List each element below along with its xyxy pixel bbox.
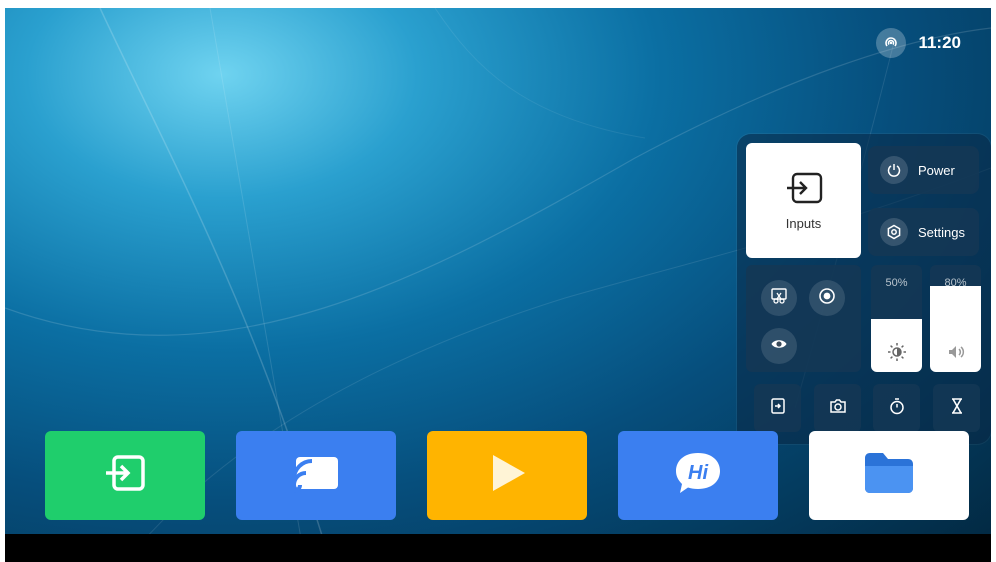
screen-record-button[interactable] (809, 280, 845, 316)
hi-bubble-icon: Hi (672, 449, 724, 502)
cast-icon (290, 453, 342, 498)
hotspot-icon[interactable] (876, 28, 907, 58)
volume-value: 80% (944, 277, 967, 289)
gear-icon (880, 218, 908, 246)
camera-icon (829, 397, 847, 420)
brightness-icon (871, 342, 922, 362)
inputs-label: Inputs (785, 215, 822, 231)
dock-screen-cast[interactable] (236, 431, 396, 520)
clock: 11:20 (918, 33, 961, 52)
eye-icon (770, 335, 788, 358)
record-icon (818, 287, 836, 310)
timer-button[interactable] (873, 384, 920, 432)
frame: 11:20 Inputs Power Settings 50% 80% Hi (0, 0, 996, 562)
tv-screen: 11:20 Inputs Power Settings 50% 80% Hi (5, 8, 991, 562)
scissors-icon (770, 287, 788, 310)
svg-text:Hi: Hi (688, 462, 708, 484)
settings-label: Settings (918, 224, 965, 240)
brightness-value: 50% (885, 277, 908, 289)
stopwatch-icon (888, 397, 906, 420)
dock-hi-assistant[interactable]: Hi (618, 431, 778, 520)
mini-tools-group (746, 265, 861, 372)
dock-media-player[interactable] (427, 431, 587, 520)
power-icon (880, 156, 908, 184)
inputs-button[interactable]: Inputs (746, 143, 861, 258)
bottom-letterbox (5, 534, 991, 562)
source-switch-icon (769, 397, 787, 420)
screenshot-crop-button[interactable] (761, 280, 797, 316)
play-icon (485, 451, 529, 500)
folder-icon (861, 450, 917, 501)
hourglass-icon (948, 397, 966, 420)
brightness-slider[interactable]: 50% (871, 265, 922, 372)
quick-settings-panel: Inputs Power Settings 50% 80% (737, 134, 991, 444)
settings-button[interactable]: Settings (868, 208, 979, 256)
power-button[interactable]: Power (868, 146, 979, 194)
input-source-icon (784, 171, 824, 210)
sleep-timer-button[interactable] (933, 384, 980, 432)
dock-file-manager[interactable] (809, 431, 969, 520)
volume-icon (930, 342, 981, 362)
power-label: Power (918, 162, 955, 178)
signal-source-button[interactable] (754, 384, 801, 432)
status-bar: 11:20 (876, 28, 961, 58)
eye-care-button[interactable] (761, 328, 797, 364)
input-source-icon (104, 454, 146, 497)
volume-slider[interactable]: 80% (930, 265, 981, 372)
dock-input-app[interactable] (45, 431, 205, 520)
camera-button[interactable] (814, 384, 861, 432)
